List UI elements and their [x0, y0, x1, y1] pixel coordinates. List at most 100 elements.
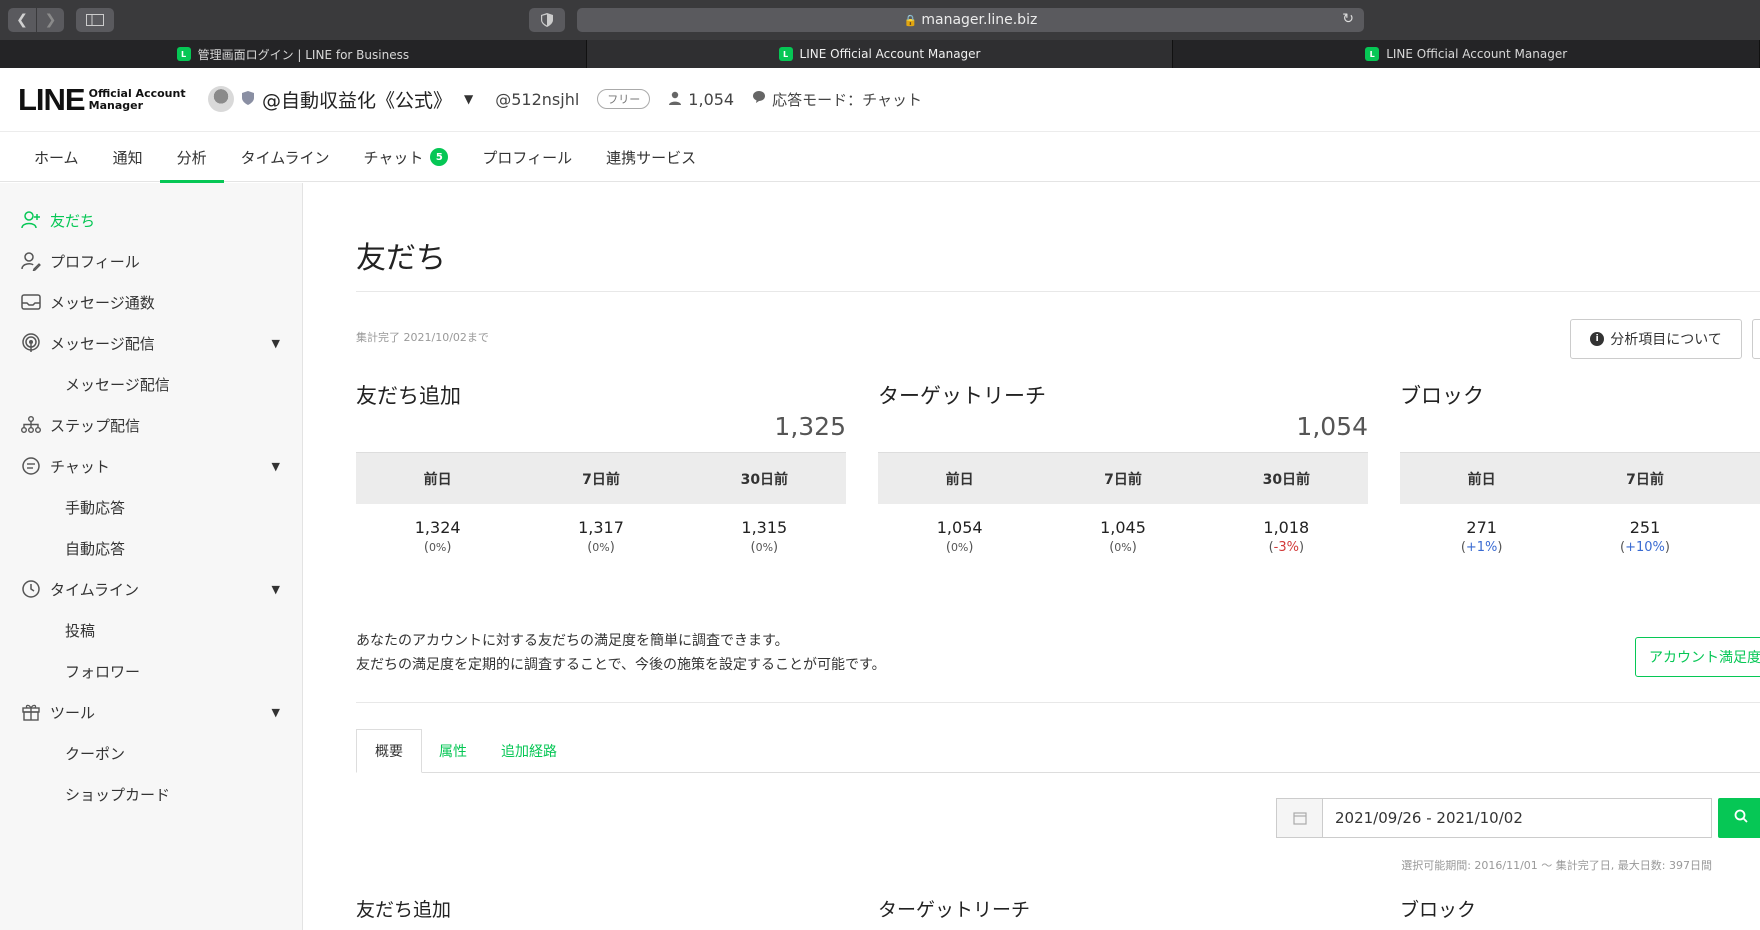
browser-tab-login[interactable]: L 管理画面ログイン | LINE for Business	[0, 40, 587, 68]
kpi-value-row: 1,324 (0%) 1,317 (0%) 1,315 (0%)	[414, 518, 788, 555]
sidebar-toggle-icon[interactable]	[76, 8, 114, 32]
avatar	[208, 86, 234, 112]
gift-box-icon	[20, 701, 42, 723]
date-range-picker[interactable]: 2021/09/26 - 2021/10/02	[1276, 798, 1712, 838]
search-icon	[1734, 809, 1748, 827]
plan-badge: フリー	[597, 89, 651, 109]
chat-bubble-icon	[752, 90, 766, 108]
kpi-target-reach: ターゲットリーチ 1,054 前日 7日前 30日前 1,054 (0%) 1,0…	[878, 380, 1368, 572]
analysis-subtabs: 概要 属性 追加経路	[356, 729, 1760, 773]
line-favicon-icon: L	[1365, 47, 1380, 61]
chevron-down-icon[interactable]: ▼	[272, 337, 280, 350]
page-title: 友だち	[356, 241, 446, 276]
url-text: manager.line.biz	[921, 12, 1038, 28]
section-title-blocks: ブロック	[1400, 899, 1477, 921]
range-note: 選択可能期間: 2016/11/01 〜 集計完了日, 最大日数: 397日間	[1401, 859, 1712, 872]
sidebar-item-friends[interactable]: 友だち	[20, 207, 280, 233]
sidebar-subitem-coupon[interactable]: クーポン	[65, 740, 125, 766]
account-id: @512nsjhl	[495, 89, 580, 109]
back-icon[interactable]: ❮	[8, 8, 36, 32]
browser-tab-manager-2[interactable]: L LINE Official Account Manager	[1173, 40, 1760, 68]
sidebar-item-step[interactable]: ステップ配信	[20, 412, 280, 438]
divider	[356, 702, 1760, 703]
tab-timeline[interactable]: タイムライン	[224, 132, 347, 182]
clock-icon	[20, 578, 42, 600]
friend-count: 1,054	[668, 90, 734, 109]
shield-badge-icon	[242, 91, 256, 107]
section-title-friends-added: 友だち追加	[356, 899, 452, 921]
sidebar-subitem-message-delivery[interactable]: メッセージ配信	[65, 371, 170, 397]
account-switcher[interactable]: @自動収益化《公式》 ▼ @512nsjhl フリー 1,054 応答モード：チ…	[208, 84, 922, 114]
account-name[interactable]: @自動収益化《公式》	[262, 86, 452, 113]
kpi-title: ターゲットリーチ	[878, 384, 1046, 408]
response-mode[interactable]: 応答モード：チャット	[752, 89, 922, 110]
chevron-down-icon[interactable]: ▼	[272, 583, 280, 596]
user-icon	[668, 90, 682, 109]
reload-icon[interactable]: ↻	[1342, 11, 1354, 27]
sidebar-item-tools[interactable]: ツール ▼	[20, 699, 280, 725]
about-metrics-button[interactable]: i 分析項目について	[1570, 319, 1742, 359]
kpi-header-row: 前日 7日前 30日前	[878, 452, 1368, 504]
account-satisfaction-button[interactable]: アカウント満足度	[1635, 637, 1760, 677]
line-favicon-icon: L	[176, 47, 191, 61]
sidebar-subitem-shopcard[interactable]: ショップカード	[65, 781, 170, 807]
tab-profile[interactable]: プロフィール	[465, 132, 589, 182]
sidebar-item-timeline[interactable]: タイムライン ▼	[20, 576, 280, 602]
line-favicon-icon: L	[778, 47, 793, 61]
sidebar-item-chat[interactable]: チャット ▼	[20, 453, 280, 479]
kpi-value-row: 271 (+1%) 251 (+10%)	[1460, 518, 1670, 555]
info-icon: i	[1590, 332, 1605, 346]
add-friend-icon	[20, 209, 42, 231]
broadcast-icon	[20, 332, 42, 354]
kpi-total: 1,325	[774, 412, 846, 441]
download-button[interactable]	[1752, 319, 1760, 359]
sidebar-item-profile[interactable]: プロフィール	[20, 248, 280, 274]
kpi-title: ブロック	[1400, 384, 1484, 408]
kpi-header-row: 前日 7日前	[1400, 452, 1760, 504]
kpi-total	[1400, 410, 1760, 450]
aggregation-date: 集計完了 2021/10/02まで	[356, 331, 489, 344]
chevron-down-icon[interactable]: ▼	[464, 92, 473, 106]
tab-services[interactable]: 連携サービス	[589, 132, 713, 182]
lock-icon: 🔒	[903, 13, 918, 27]
sidebar-subitem-manual[interactable]: 手動応答	[65, 494, 125, 520]
sidebar-subitem-auto[interactable]: 自動応答	[65, 535, 125, 561]
divider	[356, 291, 1760, 292]
sidebar-subitem-posts[interactable]: 投稿	[65, 617, 95, 643]
kpi-title: 友だち追加	[356, 384, 461, 408]
search-button[interactable]	[1718, 798, 1760, 838]
left-sidebar: 友だち プロフィール メッセージ通数 メッセージ配信 ▼ メッセージ配信 ステッ…	[0, 183, 303, 930]
subtab-routes[interactable]: 追加経路	[484, 729, 574, 773]
calendar-icon[interactable]	[1277, 799, 1323, 837]
privacy-shield-icon[interactable]	[529, 8, 565, 32]
step-tree-icon	[20, 414, 42, 436]
forward-icon[interactable]: ❯	[36, 8, 64, 32]
chevron-down-icon[interactable]: ▼	[272, 706, 280, 719]
sidebar-item-message-count[interactable]: メッセージ通数	[20, 289, 280, 315]
kpi-header-row: 前日 7日前 30日前	[356, 452, 846, 504]
survey-description: あなたのアカウントに対する友だちの満足度を簡単に調査できます。 友だちの満足度を…	[356, 633, 886, 673]
chat-count-badge: 5	[430, 148, 449, 166]
subtab-attributes[interactable]: 属性	[422, 729, 484, 773]
tab-home[interactable]: ホーム	[17, 132, 96, 182]
chevron-down-icon[interactable]: ▼	[272, 460, 280, 473]
sidebar-subitem-followers[interactable]: フォロワー	[65, 658, 140, 684]
app-header: LINE Official Account Manager @自動収益化《公式》…	[0, 68, 1760, 132]
subtab-overview[interactable]: 概要	[356, 729, 422, 773]
main-content: 友だち 集計完了 2021/10/02まで i 分析項目について 友だち追加 1…	[304, 183, 1760, 930]
kpi-value-row: 1,054 (0%) 1,045 (0%) 1,018 (-3%)	[936, 518, 1310, 555]
tab-analysis[interactable]: 分析	[159, 132, 224, 183]
kpi-blocks: ブロック 前日 7日前 271 (+1%) 251 (+10%)	[1400, 380, 1760, 572]
top-navigation: ホーム 通知 分析 タイムライン チャット 5 プロフィール 連携サービス	[0, 132, 1760, 183]
browser-toolbar: ❮ ❯ 🔒 manager.line.biz ↻	[0, 0, 1760, 40]
tab-chat[interactable]: チャット 5	[347, 132, 466, 182]
line-logo[interactable]: LINE Official Account Manager	[18, 82, 186, 118]
tab-notice[interactable]: 通知	[96, 132, 160, 182]
kpi-friends-added: 友だち追加 1,325 前日 7日前 30日前 1,324 (0%) 1,317(…	[356, 380, 846, 572]
chat-icon	[20, 455, 42, 477]
date-range-input[interactable]: 2021/09/26 - 2021/10/02	[1323, 799, 1523, 837]
browser-nav: ❮ ❯	[8, 8, 64, 32]
sidebar-item-message-delivery[interactable]: メッセージ配信 ▼	[20, 330, 280, 356]
browser-tab-manager-1[interactable]: L LINE Official Account Manager	[586, 40, 1174, 68]
url-bar[interactable]: 🔒 manager.line.biz ↻	[577, 8, 1364, 32]
